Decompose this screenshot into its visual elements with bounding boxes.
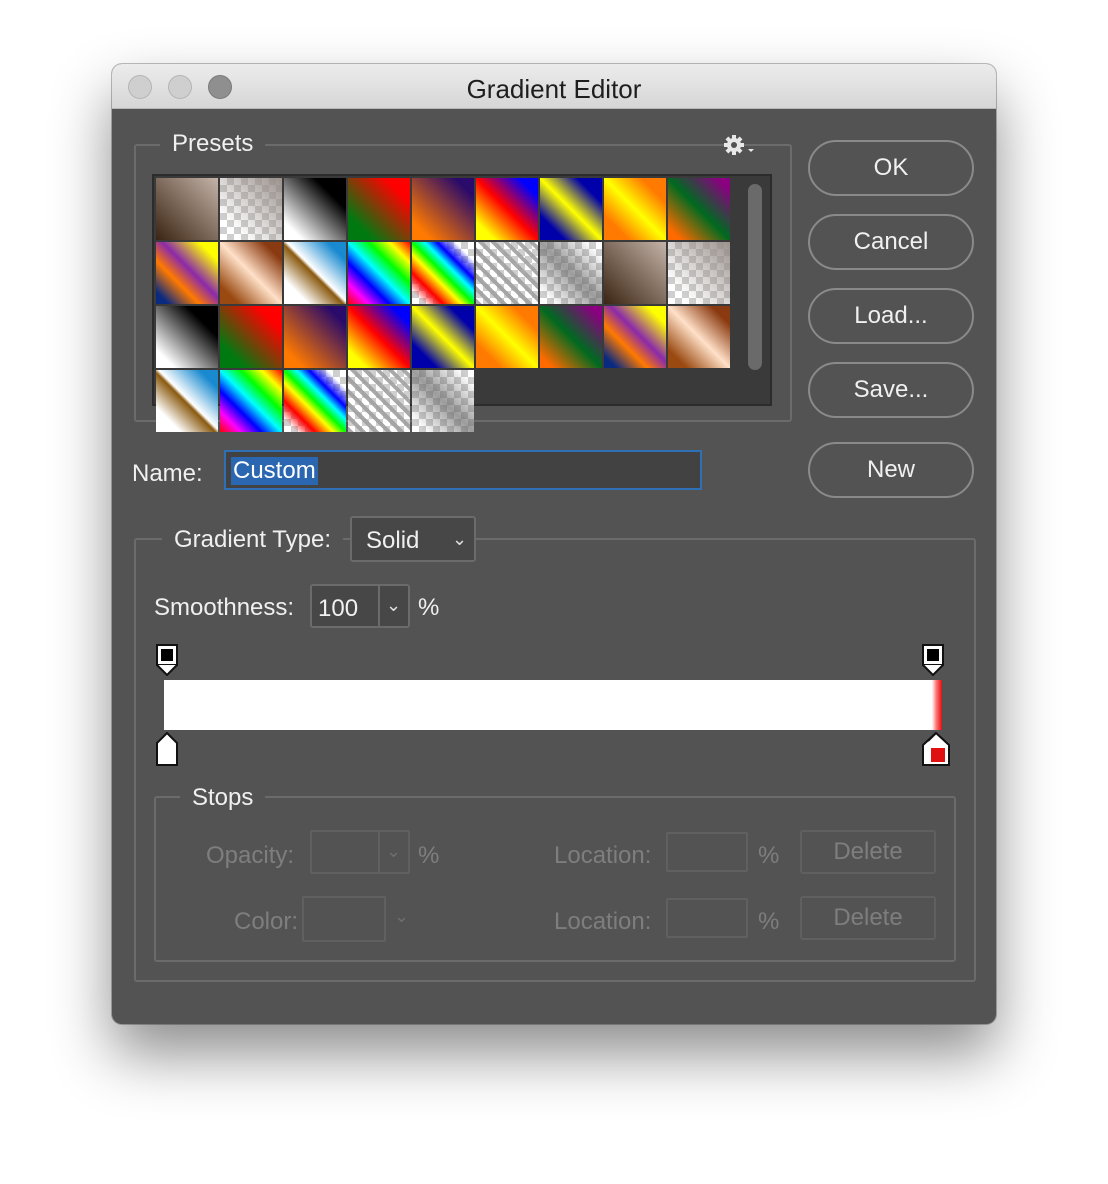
smoothness-label: Smoothness: — [154, 594, 295, 621]
preset-yellow-violet-orange-blue[interactable] — [156, 242, 218, 304]
preset-yellow-violet-orange-blue-2[interactable] — [604, 306, 666, 368]
preset-copper-2[interactable] — [668, 306, 730, 368]
color-swatch[interactable] — [302, 896, 386, 942]
preset-blue-red-yellow[interactable] — [476, 178, 538, 240]
name-label: Name: — [132, 460, 203, 487]
color-location-label: Location: — [554, 908, 652, 935]
smoothness-value: 100 — [318, 595, 359, 622]
color-stop-right[interactable] — [922, 731, 950, 771]
name-input[interactable]: Custom — [224, 450, 702, 490]
preset-black-white[interactable] — [284, 178, 346, 240]
smoothness-unit: % — [418, 594, 440, 621]
chevron-down-icon: ⌄ — [394, 906, 410, 926]
gear-icon — [724, 135, 754, 155]
preset-spectrum[interactable] — [348, 242, 410, 304]
preset-copper[interactable] — [220, 242, 282, 304]
preset-transparent-stripes-2[interactable] — [348, 370, 410, 432]
preset-chrome[interactable] — [284, 242, 346, 304]
opacity-field[interactable]: ⌄ — [310, 830, 410, 874]
preset-blue-yellow-blue[interactable] — [540, 178, 602, 240]
preset-foreground-to-background[interactable] — [156, 178, 218, 240]
new-button[interactable]: New — [808, 442, 974, 498]
preset-red-green[interactable] — [348, 178, 410, 240]
presets-scrollbar[interactable] — [748, 184, 762, 370]
preset-neutral-density[interactable] — [540, 242, 602, 304]
stops-legend: Stops — [180, 784, 266, 812]
opacity-stop-left[interactable] — [156, 644, 178, 681]
chevron-down-icon: ⌄ — [386, 841, 402, 861]
opacity-delete-button[interactable]: Delete — [800, 830, 936, 874]
preset-orange-yellow-orange-2[interactable] — [476, 306, 538, 368]
presets-legend: Presets — [160, 130, 266, 158]
preset-violet-green-orange[interactable] — [668, 178, 730, 240]
opacity-percent: % — [418, 842, 440, 869]
preset-foreground-to-background-2[interactable] — [604, 242, 666, 304]
preset-red-green-2[interactable] — [220, 306, 282, 368]
preset-violet-orange-2[interactable] — [284, 306, 346, 368]
preset-transparent-rainbow-2[interactable] — [284, 370, 346, 432]
opacity-location-field[interactable] — [666, 832, 748, 872]
ok-button[interactable]: OK — [808, 140, 974, 196]
smoothness-field[interactable]: 100 ⌄ — [310, 584, 410, 628]
chevron-down-icon[interactable]: ⌄ — [386, 595, 401, 616]
preset-orange-yellow-orange[interactable] — [604, 178, 666, 240]
color-location-percent: % — [758, 908, 780, 935]
load-button[interactable]: Load... — [808, 288, 974, 344]
chevron-down-icon: ⌄ — [452, 529, 468, 549]
gradient-type-label: Gradient Type: — [162, 526, 343, 554]
gradient-type-value: Solid — [366, 527, 420, 554]
color-stop-left[interactable] — [156, 731, 178, 771]
preset-transparent-stripes[interactable] — [476, 242, 538, 304]
preset-spectrum-2[interactable] — [220, 370, 282, 432]
presets-grid — [152, 174, 772, 432]
preset-black-white-2[interactable] — [156, 306, 218, 368]
color-label: Color: — [234, 908, 299, 935]
preset-violet-green-orange-2[interactable] — [540, 306, 602, 368]
preset-chrome-2[interactable] — [156, 370, 218, 432]
opacity-label: Opacity: — [206, 842, 295, 869]
gradient-editor-window: Gradient Editor Presets OK Cancel Load..… — [112, 64, 996, 1024]
title-bar: Gradient Editor — [112, 64, 996, 109]
preset-blue-yellow-blue-2[interactable] — [412, 306, 474, 368]
opacity-location-label: Location: — [554, 842, 652, 869]
save-button[interactable]: Save... — [808, 362, 974, 418]
presets-menu-button[interactable] — [722, 132, 758, 158]
preset-foreground-to-transparent-2[interactable] — [668, 242, 730, 304]
preset-foreground-to-transparent[interactable] — [220, 178, 282, 240]
gradient-preview-bar[interactable] — [164, 680, 942, 730]
gradient-type-select[interactable]: Solid ⌄ — [350, 516, 476, 562]
preset-neutral-density-2[interactable] — [412, 370, 474, 432]
color-delete-button[interactable]: Delete — [800, 896, 936, 940]
preset-violet-orange[interactable] — [412, 178, 474, 240]
opacity-stop-right[interactable] — [922, 644, 944, 681]
preset-blue-red-yellow-2[interactable] — [348, 306, 410, 368]
name-value: Custom — [231, 457, 318, 485]
color-location-field[interactable] — [666, 898, 748, 938]
window-title: Gradient Editor — [466, 74, 642, 104]
preset-transparent-rainbow[interactable] — [412, 242, 474, 304]
cancel-button[interactable]: Cancel — [808, 214, 974, 270]
opacity-location-percent: % — [758, 842, 780, 869]
